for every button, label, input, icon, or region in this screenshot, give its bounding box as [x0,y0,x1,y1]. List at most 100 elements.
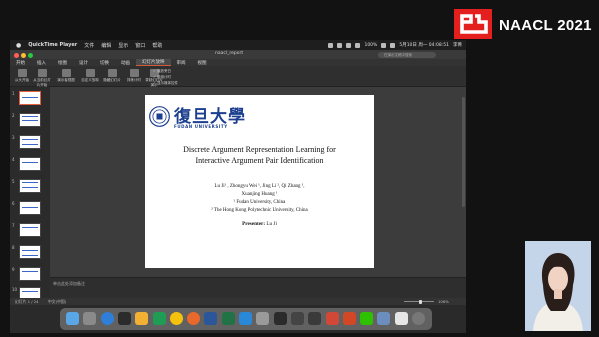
vscode-icon[interactable] [239,312,252,325]
terminal-icon[interactable] [273,312,287,325]
word-icon[interactable] [204,312,218,325]
menu-window[interactable]: 窗口 [135,42,145,49]
finder-window-icon[interactable] [394,312,408,325]
menu-file[interactable]: 文件 [84,42,94,49]
tab-insert[interactable]: 插入 [31,60,52,66]
battery-percent: 100% [364,42,378,48]
finder-icon[interactable] [66,312,79,325]
ribbon-tab-bar: 开始 插入 绘图 设计 切换 动画 幻灯片放映 审阅 视图 [10,59,466,66]
play-from-current-button[interactable]: 从当前幻灯片开始 [32,69,52,88]
hide-slide-button[interactable]: 隐藏幻灯片 [102,69,122,83]
menu-help[interactable]: 帮助 [152,42,162,49]
tab-view[interactable]: 视图 [192,60,213,66]
chrome-icon[interactable] [169,312,183,325]
menu-app-name[interactable]: QuickTime Player [28,42,77,48]
slide-thumbnail-10[interactable] [19,287,41,298]
conference-name: NAACL 2021 [499,17,592,34]
dropbox-status-icon[interactable] [337,42,343,48]
use-timings-checkbox[interactable]: ✓ 使用计时 [153,75,171,80]
zoom-percent[interactable]: 106% [438,299,449,304]
notes-placeholder: 单击此处添加备注 [53,281,85,286]
thumbnail-number: 8 [12,245,15,250]
presenter-webcam [525,241,591,331]
menu-edit[interactable]: 编辑 [101,42,111,49]
presenter-view-button[interactable]: 演示者视图 [56,69,76,83]
play-current-icon [37,69,47,77]
safari-icon[interactable] [100,312,114,325]
checkbox-label: 播放旁白 [157,69,172,73]
launchpad-icon[interactable] [83,312,97,325]
zoom-slider-knob[interactable] [419,299,422,304]
wechat-status-icon[interactable] [328,42,334,48]
zoom-slider[interactable] [404,299,434,304]
thumbnail-number: 1 [12,91,15,96]
battery-icon[interactable] [381,42,387,48]
zoom-window-button[interactable] [28,52,33,58]
thumbnail-number: 4 [12,157,15,162]
terminal-icon[interactable] [117,312,131,325]
affiliation: ¹ Fudan University, China [233,200,286,205]
paper-title-line: Interactive Argument Pair Identification [195,155,324,165]
language-indicator[interactable]: 中文(中国) [48,299,66,305]
minimize-window-button[interactable] [21,52,26,58]
university-name-english: FUDAN UNIVERSITY [174,124,228,129]
author-list: Xuanjing Huang ¹ [241,192,278,197]
wechat-icon[interactable] [360,312,374,325]
search-input[interactable]: 在演示文稿中搜索 [378,51,436,58]
close-window-button[interactable] [14,52,19,58]
play-from-start-button[interactable]: 从头开始 [12,69,32,83]
pycharm-icon[interactable] [152,312,166,325]
tab-slide-show[interactable]: 幻灯片放映 [136,59,171,66]
slide-thumbnail-3[interactable] [19,135,41,149]
rehearse-timings-button[interactable]: 排练计时 [124,69,144,83]
slide-thumbnail-4[interactable] [19,157,41,171]
firefox-icon[interactable] [187,312,201,325]
slide-thumbnail-2[interactable] [19,113,41,127]
author-block: Lu Ji¹ , Zhongyu Wei ¹, Jing Li ², Qi Zh… [145,183,374,215]
trash-icon[interactable] [412,312,425,325]
current-slide[interactable]: 復旦大學 FUDAN UNIVERSITY Discrete Argument … [145,95,374,268]
notes-pane[interactable]: 单击此处添加备注 [50,277,466,298]
vertical-scrollbar[interactable] [462,97,465,207]
play-narrations-checkbox[interactable]: ✓ 播放旁白 [153,69,171,74]
ribbon-toolbar: 从头开始 从当前幻灯片开始 演示者视图 自定义放映 隐藏幻灯片 排练计时 录制幻… [10,66,466,87]
quicktime-icon[interactable] [308,312,322,325]
thumbnail-number: 5 [12,179,15,184]
settings-icon[interactable] [256,312,270,325]
thumbnail-number: 6 [12,201,15,206]
photos-icon[interactable] [135,312,149,325]
slide-thumbnail-7[interactable] [19,223,41,237]
excel-icon[interactable] [221,312,235,325]
fudan-emblem-icon [149,106,170,127]
apple-menu-icon[interactable]: ● [16,42,21,49]
slide-thumbnail-8[interactable] [19,245,41,259]
show-media-controls-checkbox[interactable]: ✓ 显示媒体控件 [153,81,178,86]
checkbox-label: 使用计时 [157,75,172,79]
menubar-user[interactable]: 李菁 [453,42,462,48]
preview-icon[interactable] [377,312,391,325]
bluetooth-icon[interactable] [346,42,352,48]
presenter-icon [61,69,71,77]
slide-thumbnail-1[interactable] [19,91,41,105]
menubar-clock[interactable]: 5月10日 周一 04:08:51 [399,42,449,48]
wps-icon[interactable] [325,312,339,325]
slide-thumbnail-9[interactable] [19,267,41,281]
cursor-icon[interactable] [290,312,304,325]
slide-thumbnail-6[interactable] [19,201,41,215]
powerpoint-icon[interactable] [342,312,356,325]
slide-thumbnail-5[interactable] [19,179,41,193]
button-label: 从当前幻灯片开始 [33,78,51,87]
tab-design[interactable]: 设计 [73,60,94,66]
button-label: 自定义放映 [81,78,99,82]
tab-animations[interactable]: 动画 [115,60,136,66]
naacl-logo [454,9,492,39]
button-label: 隐藏幻灯片 [103,78,121,82]
wifi-icon[interactable] [355,42,361,48]
custom-show-button[interactable]: 自定义放映 [80,69,100,83]
tab-draw[interactable]: 绘图 [52,60,73,66]
tab-transitions[interactable]: 切换 [94,60,115,66]
tab-review[interactable]: 审阅 [171,60,192,66]
search-icon[interactable] [390,42,396,48]
menu-view[interactable]: 显示 [118,42,128,49]
tab-home[interactable]: 开始 [10,60,31,66]
